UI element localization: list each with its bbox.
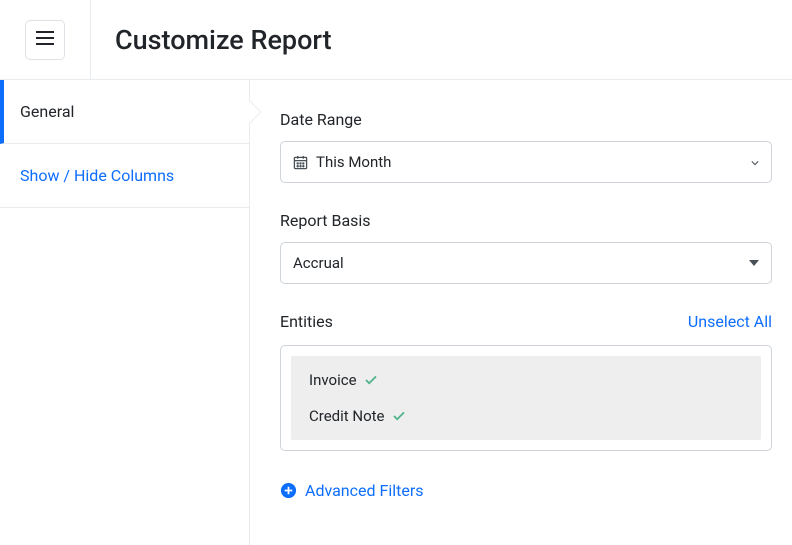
sidebar-item-show-hide-columns[interactable]: Show / Hide Columns xyxy=(0,144,249,208)
report-basis-select[interactable]: Accrual xyxy=(280,242,772,284)
triangle-down-icon xyxy=(749,254,759,272)
report-basis-field: Report Basis Accrual xyxy=(280,211,772,284)
plus-circle-icon xyxy=(280,482,297,499)
date-range-label: Date Range xyxy=(280,110,772,129)
entities-list: Invoice Credit Note xyxy=(291,356,761,440)
sidebar-item-label: General xyxy=(20,102,74,121)
page-title: Customize Report xyxy=(115,24,332,56)
header: Customize Report xyxy=(0,0,792,80)
entities-field: Entities Unselect All Invoice Credit Not… xyxy=(280,312,772,451)
header-divider xyxy=(90,0,91,80)
sidebar-item-label: Show / Hide Columns xyxy=(20,166,174,185)
entity-item-label: Credit Note xyxy=(309,407,385,425)
report-basis-label: Report Basis xyxy=(280,211,772,230)
date-range-select[interactable]: This Month xyxy=(280,141,772,183)
unselect-all-link[interactable]: Unselect All xyxy=(688,312,772,331)
main-panel: Date Range This Month xyxy=(250,80,792,545)
report-basis-value: Accrual xyxy=(293,254,344,272)
entity-item-credit-note[interactable]: Credit Note xyxy=(291,398,761,434)
chevron-down-icon xyxy=(751,153,759,171)
entity-item-label: Invoice xyxy=(309,371,357,389)
entities-label: Entities xyxy=(280,312,333,331)
sidebar: General Show / Hide Columns xyxy=(0,80,250,545)
menu-toggle-button[interactable] xyxy=(25,20,65,60)
body: General Show / Hide Columns Date Range xyxy=(0,80,792,545)
entity-item-invoice[interactable]: Invoice xyxy=(291,362,761,398)
advanced-filters-label: Advanced Filters xyxy=(305,481,424,500)
date-range-field: Date Range This Month xyxy=(280,110,772,183)
check-icon xyxy=(365,375,377,385)
check-icon xyxy=(393,411,405,421)
calendar-icon xyxy=(293,155,308,170)
date-range-value: This Month xyxy=(316,153,391,171)
sidebar-item-general[interactable]: General xyxy=(0,80,249,144)
hamburger-icon xyxy=(36,31,54,49)
entities-box: Invoice Credit Note xyxy=(280,345,772,451)
advanced-filters-button[interactable]: Advanced Filters xyxy=(280,481,772,500)
